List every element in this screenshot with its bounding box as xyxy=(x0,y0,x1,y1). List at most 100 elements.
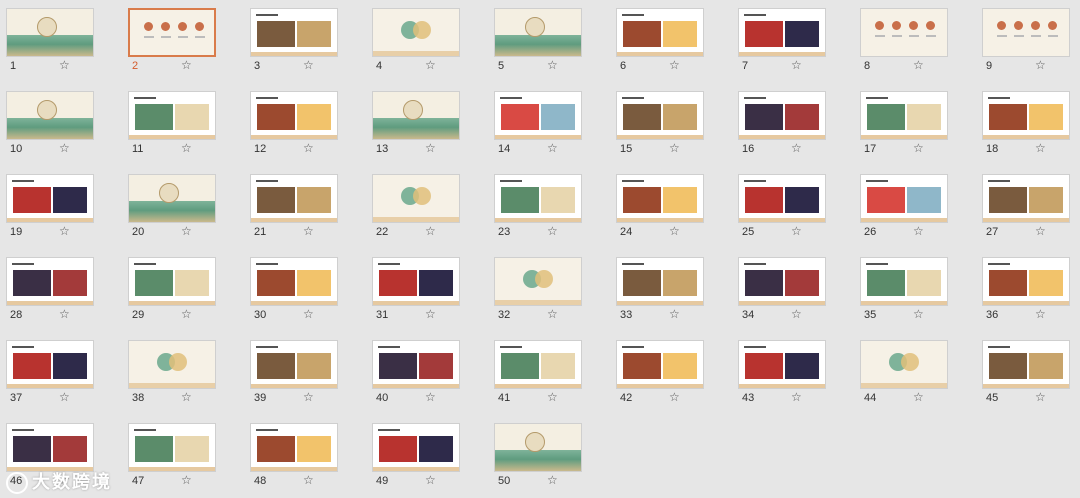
favorite-star-icon[interactable]: ☆ xyxy=(913,390,924,404)
slide-thumbnail-48[interactable]: 48 ☆ xyxy=(244,415,366,498)
favorite-star-icon[interactable]: ☆ xyxy=(669,224,680,238)
favorite-star-icon[interactable]: ☆ xyxy=(669,58,680,72)
slide-preview[interactable] xyxy=(6,91,94,140)
slide-preview[interactable] xyxy=(860,257,948,306)
favorite-star-icon[interactable]: ☆ xyxy=(425,224,436,238)
slide-thumbnail-1[interactable]: 1 ☆ xyxy=(0,0,122,83)
favorite-star-icon[interactable]: ☆ xyxy=(181,224,192,238)
favorite-star-icon[interactable]: ☆ xyxy=(791,141,802,155)
slide-thumbnail-26[interactable]: 26 ☆ xyxy=(854,166,976,249)
slide-thumbnail-29[interactable]: 29 ☆ xyxy=(122,249,244,332)
favorite-star-icon[interactable]: ☆ xyxy=(913,58,924,72)
slide-preview[interactable] xyxy=(982,91,1070,140)
slide-thumbnail-6[interactable]: 6 ☆ xyxy=(610,0,732,83)
slide-thumbnail-7[interactable]: 7 ☆ xyxy=(732,0,854,83)
favorite-star-icon[interactable]: ☆ xyxy=(791,390,802,404)
favorite-star-icon[interactable]: ☆ xyxy=(59,390,70,404)
slide-thumbnail-22[interactable]: 22 ☆ xyxy=(366,166,488,249)
slide-thumbnail-32[interactable]: 32 ☆ xyxy=(488,249,610,332)
slide-thumbnail-11[interactable]: 11 ☆ xyxy=(122,83,244,166)
slide-preview[interactable] xyxy=(982,174,1070,223)
slide-preview[interactable] xyxy=(128,423,216,472)
favorite-star-icon[interactable]: ☆ xyxy=(1035,58,1046,72)
slide-thumbnail-40[interactable]: 40 ☆ xyxy=(366,332,488,415)
favorite-star-icon[interactable]: ☆ xyxy=(1035,141,1046,155)
favorite-star-icon[interactable]: ☆ xyxy=(913,224,924,238)
slide-thumbnail-39[interactable]: 39 ☆ xyxy=(244,332,366,415)
favorite-star-icon[interactable]: ☆ xyxy=(181,307,192,321)
slide-preview[interactable] xyxy=(372,8,460,57)
slide-thumbnail-49[interactable]: 49 ☆ xyxy=(366,415,488,498)
favorite-star-icon[interactable]: ☆ xyxy=(181,473,192,487)
favorite-star-icon[interactable]: ☆ xyxy=(303,58,314,72)
favorite-star-icon[interactable]: ☆ xyxy=(1035,390,1046,404)
slide-preview[interactable] xyxy=(6,257,94,306)
favorite-star-icon[interactable]: ☆ xyxy=(547,58,558,72)
slide-preview[interactable] xyxy=(128,340,216,389)
slide-thumbnail-16[interactable]: 16 ☆ xyxy=(732,83,854,166)
slide-preview[interactable] xyxy=(738,257,826,306)
slide-thumbnail-12[interactable]: 12 ☆ xyxy=(244,83,366,166)
slide-preview[interactable] xyxy=(250,257,338,306)
favorite-star-icon[interactable]: ☆ xyxy=(547,307,558,321)
slide-thumbnail-10[interactable]: 10 ☆ xyxy=(0,83,122,166)
slide-preview[interactable] xyxy=(738,8,826,57)
slide-preview[interactable] xyxy=(372,91,460,140)
slide-preview[interactable] xyxy=(250,340,338,389)
slide-preview[interactable] xyxy=(128,174,216,223)
slide-thumbnail-37[interactable]: 37 ☆ xyxy=(0,332,122,415)
slide-preview[interactable] xyxy=(6,8,94,57)
slide-thumbnail-50[interactable]: 50 ☆ xyxy=(488,415,610,498)
favorite-star-icon[interactable]: ☆ xyxy=(547,390,558,404)
favorite-star-icon[interactable]: ☆ xyxy=(669,390,680,404)
slide-thumbnail-24[interactable]: 24 ☆ xyxy=(610,166,732,249)
slide-preview[interactable] xyxy=(616,8,704,57)
slide-preview[interactable] xyxy=(616,257,704,306)
slide-thumbnail-41[interactable]: 41 ☆ xyxy=(488,332,610,415)
slide-thumbnail-4[interactable]: 4 ☆ xyxy=(366,0,488,83)
slide-preview[interactable] xyxy=(494,340,582,389)
slide-thumbnail-38[interactable]: 38 ☆ xyxy=(122,332,244,415)
slide-thumbnail-17[interactable]: 17 ☆ xyxy=(854,83,976,166)
slide-thumbnail-30[interactable]: 30 ☆ xyxy=(244,249,366,332)
slide-preview[interactable] xyxy=(860,91,948,140)
slide-thumbnail-28[interactable]: 28 ☆ xyxy=(0,249,122,332)
slide-preview[interactable] xyxy=(616,174,704,223)
favorite-star-icon[interactable]: ☆ xyxy=(913,307,924,321)
slide-preview[interactable] xyxy=(128,91,216,140)
slide-preview[interactable] xyxy=(860,174,948,223)
slide-preview[interactable] xyxy=(738,174,826,223)
slide-thumbnail-15[interactable]: 15 ☆ xyxy=(610,83,732,166)
slide-preview[interactable] xyxy=(860,8,948,57)
slide-preview[interactable] xyxy=(982,257,1070,306)
favorite-star-icon[interactable]: ☆ xyxy=(303,141,314,155)
slide-thumbnail-44[interactable]: 44 ☆ xyxy=(854,332,976,415)
favorite-star-icon[interactable]: ☆ xyxy=(59,141,70,155)
favorite-star-icon[interactable]: ☆ xyxy=(425,307,436,321)
slide-thumbnail-35[interactable]: 35 ☆ xyxy=(854,249,976,332)
slide-thumbnail-23[interactable]: 23 ☆ xyxy=(488,166,610,249)
slide-preview[interactable] xyxy=(494,91,582,140)
slide-thumbnail-43[interactable]: 43 ☆ xyxy=(732,332,854,415)
slide-preview[interactable] xyxy=(128,257,216,306)
slide-preview[interactable] xyxy=(372,423,460,472)
slide-thumbnail-25[interactable]: 25 ☆ xyxy=(732,166,854,249)
slide-preview[interactable] xyxy=(860,340,948,389)
slide-thumbnail-5[interactable]: 5 ☆ xyxy=(488,0,610,83)
favorite-star-icon[interactable]: ☆ xyxy=(791,307,802,321)
slide-thumbnail-3[interactable]: 3 ☆ xyxy=(244,0,366,83)
favorite-star-icon[interactable]: ☆ xyxy=(181,58,192,72)
favorite-star-icon[interactable]: ☆ xyxy=(303,390,314,404)
favorite-star-icon[interactable]: ☆ xyxy=(669,307,680,321)
slide-thumbnail-31[interactable]: 31 ☆ xyxy=(366,249,488,332)
slide-thumbnail-14[interactable]: 14 ☆ xyxy=(488,83,610,166)
slide-thumbnail-33[interactable]: 33 ☆ xyxy=(610,249,732,332)
slide-thumbnail-20[interactable]: 20 ☆ xyxy=(122,166,244,249)
slide-thumbnail-9[interactable]: 9 ☆ xyxy=(976,0,1080,83)
favorite-star-icon[interactable]: ☆ xyxy=(59,58,70,72)
slide-preview[interactable] xyxy=(616,91,704,140)
favorite-star-icon[interactable]: ☆ xyxy=(913,141,924,155)
slide-thumbnail-19[interactable]: 19 ☆ xyxy=(0,166,122,249)
favorite-star-icon[interactable]: ☆ xyxy=(303,307,314,321)
slide-preview[interactable] xyxy=(372,257,460,306)
